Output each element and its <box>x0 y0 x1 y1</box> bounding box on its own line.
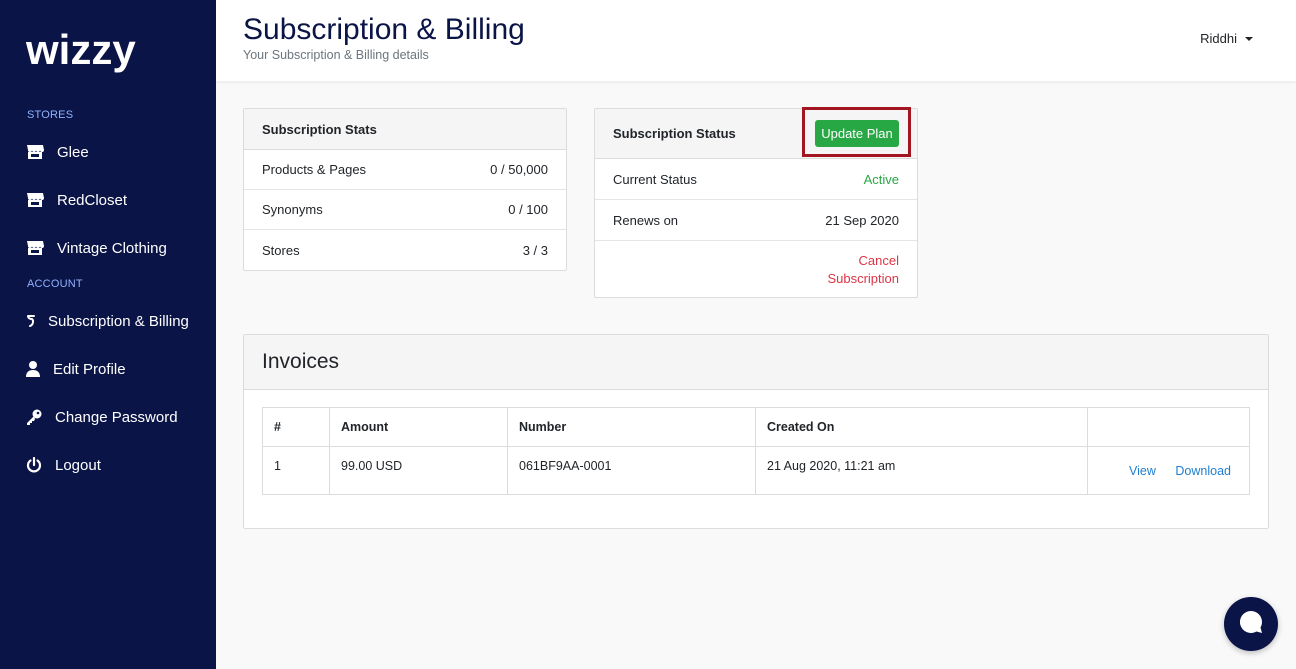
stats-value: 3 / 3 <box>522 242 548 258</box>
renews-value: 21 Sep 2020 <box>825 212 899 228</box>
sidebar-item-label: Logout <box>55 456 101 474</box>
user-name: Riddhi <box>1200 31 1237 46</box>
stats-row: Stores 3 / 3 <box>244 230 566 270</box>
key-icon <box>26 408 42 426</box>
stats-value: 0 / 50,000 <box>490 162 548 177</box>
stats-row: Products & Pages 0 / 50,000 <box>244 150 566 190</box>
store-icon <box>26 239 44 257</box>
card-title: Subscription Stats <box>244 109 566 150</box>
sidebar-item-label: Glee <box>57 143 89 161</box>
invoice-amount: 99.00 USD <box>329 446 508 495</box>
status-row: Cancel Subscription <box>595 241 917 298</box>
billing-icon <box>26 312 36 330</box>
sidebar-item-redcloset[interactable]: RedCloset <box>26 188 127 212</box>
page-subtitle: Your Subscription & Billing details <box>243 48 429 62</box>
invoice-created-on: 21 Aug 2020, 11:21 am <box>755 446 1088 495</box>
sidebar-item-label: Subscription & Billing <box>48 312 189 330</box>
table-row: 1 99.00 USD 061BF9AA-0001 21 Aug 2020, 1… <box>262 446 1250 495</box>
column-header: # <box>262 407 330 447</box>
column-header <box>1087 407 1250 447</box>
sidebar-item-subscription-billing[interactable]: Subscription & Billing <box>26 309 189 333</box>
store-icon <box>26 143 44 161</box>
download-invoice-link[interactable]: Download <box>1175 464 1231 478</box>
sidebar: wizzy STORES Glee RedCloset Vintage Clot… <box>0 0 216 669</box>
chat-bubble-icon <box>1237 608 1265 641</box>
sidebar-item-glee[interactable]: Glee <box>26 140 89 164</box>
invoices-table: # Amount Number Created On 1 99.00 USD 0… <box>262 407 1250 495</box>
subscription-stats-card: Subscription Stats Products & Pages 0 / … <box>243 108 567 271</box>
account-section-label: ACCOUNT <box>27 278 83 290</box>
current-status-value: Active <box>863 171 899 187</box>
sidebar-item-logout[interactable]: Logout <box>26 453 101 477</box>
column-header: Created On <box>755 407 1088 447</box>
user-menu-dropdown[interactable]: Riddhi <box>1200 31 1253 46</box>
logo-text: wizzy <box>26 28 136 73</box>
chat-widget-button[interactable] <box>1224 597 1278 651</box>
page-header: Subscription & Billing Your Subscription… <box>216 0 1296 81</box>
stores-section-label: STORES <box>27 109 74 121</box>
invoice-actions: View Download <box>1087 446 1250 495</box>
sidebar-item-label: Edit Profile <box>53 360 126 378</box>
column-header: Amount <box>329 407 508 447</box>
sidebar-item-label: RedCloset <box>57 191 128 209</box>
status-row: Renews on 21 Sep 2020 <box>595 200 917 241</box>
view-invoice-link[interactable]: View <box>1129 464 1156 478</box>
stats-label: Products & Pages <box>262 162 367 177</box>
sidebar-item-vintage-clothing[interactable]: Vintage Clothing <box>26 236 167 260</box>
invoice-index: 1 <box>262 446 330 495</box>
sidebar-item-label: Change Password <box>55 408 178 426</box>
renews-label: Renews on <box>613 212 679 228</box>
stats-row: Synonyms 0 / 100 <box>244 190 566 230</box>
table-header-row: # Amount Number Created On <box>262 407 1250 447</box>
status-row: Current Status Active <box>595 159 917 200</box>
update-plan-button[interactable]: Update Plan <box>815 120 899 147</box>
sidebar-item-edit-profile[interactable]: Edit Profile <box>26 357 126 381</box>
invoice-number: 061BF9AA-0001 <box>507 446 756 495</box>
store-icon <box>26 191 44 209</box>
invoices-card: Invoices # Amount Number Created On 1 99… <box>243 334 1269 529</box>
user-icon <box>26 360 40 378</box>
sidebar-item-label: Vintage Clothing <box>57 239 167 257</box>
current-status-label: Current Status <box>613 171 697 187</box>
caret-down-icon <box>1245 36 1253 41</box>
stats-value: 0 / 100 <box>508 202 548 217</box>
card-title: Invoices <box>244 335 1268 390</box>
wizzy-logo[interactable]: wizzy <box>26 28 160 80</box>
cancel-subscription-link[interactable]: Cancel Subscription <box>819 252 899 288</box>
stats-label: Synonyms <box>262 202 323 217</box>
page-title: Subscription & Billing <box>243 13 525 46</box>
card-title: Subscription Status <box>613 126 736 141</box>
column-header: Number <box>507 407 756 447</box>
stats-label: Stores <box>262 242 300 258</box>
power-icon <box>26 456 42 474</box>
sidebar-item-change-password[interactable]: Change Password <box>26 405 178 429</box>
